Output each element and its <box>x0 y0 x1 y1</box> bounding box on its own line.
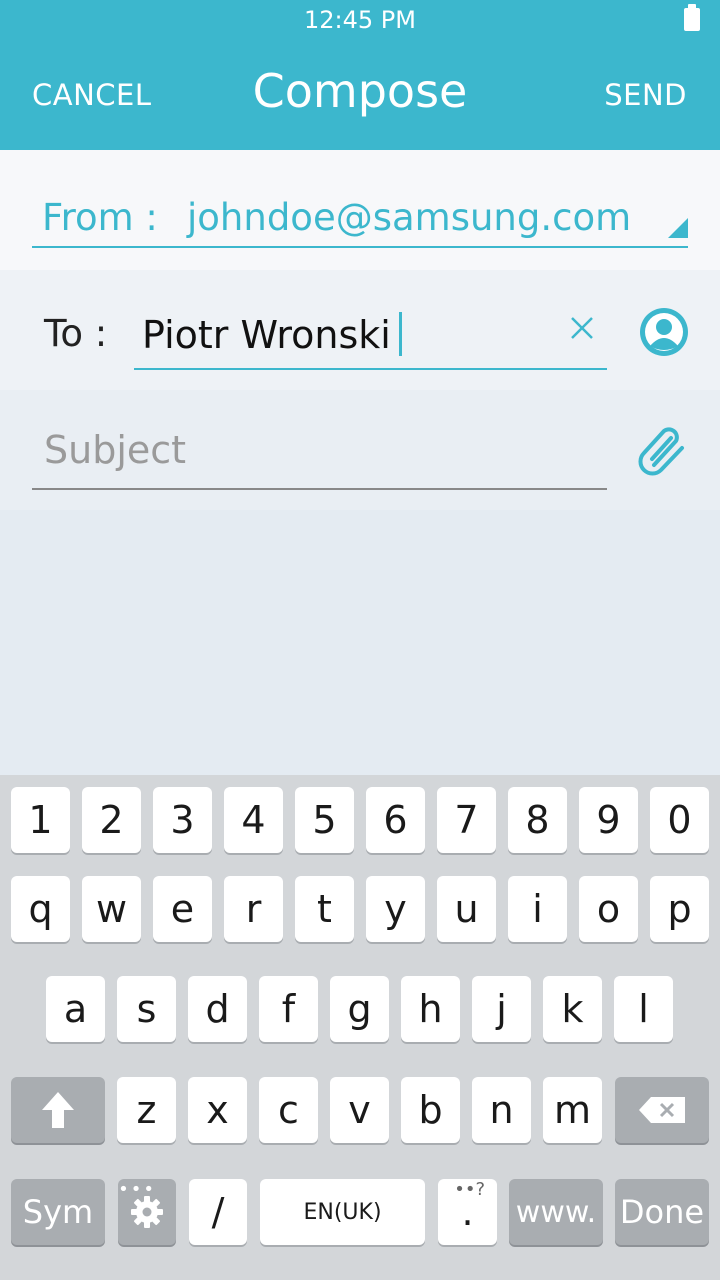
to-label: To : <box>44 312 108 355</box>
key[interactable]: 8 <box>508 787 567 853</box>
key[interactable]: w <box>82 876 141 942</box>
key[interactable]: 6 <box>366 787 425 853</box>
key[interactable]: e <box>153 876 212 942</box>
from-label: From : <box>42 196 158 239</box>
space-key[interactable]: EN(UK) <box>260 1179 425 1245</box>
key[interactable]: 1 <box>11 787 70 853</box>
from-value: johndoe@samsung.com <box>187 196 632 239</box>
keyboard: 1 2 3 4 5 6 7 8 9 0 q w e r t y u i o p … <box>0 775 720 1280</box>
dropdown-arrow-icon <box>668 218 688 238</box>
key[interactable]: n <box>472 1077 531 1143</box>
key[interactable]: 5 <box>295 787 354 853</box>
shift-icon <box>42 1092 74 1128</box>
key[interactable]: m <box>543 1077 602 1143</box>
key[interactable]: a <box>46 976 105 1042</box>
clear-icon[interactable] <box>566 312 598 344</box>
key[interactable]: u <box>437 876 496 942</box>
period-key-hint: ••? <box>454 1179 485 1200</box>
slash-key[interactable]: / <box>189 1179 247 1245</box>
key[interactable]: o <box>579 876 638 942</box>
text-cursor <box>398 312 402 356</box>
subject-input[interactable]: Subject <box>32 420 607 490</box>
key[interactable]: 0 <box>650 787 709 853</box>
from-dropdown[interactable]: From : johndoe@samsung.com <box>32 196 688 248</box>
www-key[interactable]: www. <box>509 1179 603 1245</box>
key[interactable]: z <box>117 1077 176 1143</box>
key[interactable]: y <box>366 876 425 942</box>
attachment-icon[interactable] <box>636 425 692 477</box>
sym-key[interactable]: Sym <box>11 1179 105 1245</box>
send-button[interactable]: SEND <box>604 78 687 112</box>
settings-dots: ••• <box>118 1179 156 1200</box>
key[interactable]: q <box>11 876 70 942</box>
contact-icon[interactable] <box>638 306 690 358</box>
key[interactable]: d <box>188 976 247 1042</box>
key[interactable]: 3 <box>153 787 212 853</box>
shift-key[interactable] <box>11 1077 105 1143</box>
backspace-key[interactable] <box>615 1077 709 1143</box>
key[interactable]: c <box>259 1077 318 1143</box>
to-row: To : Piotr Wronski <box>0 270 720 390</box>
key[interactable]: g <box>330 976 389 1042</box>
key[interactable]: i <box>508 876 567 942</box>
to-value-text: Piotr Wronski <box>142 313 391 357</box>
key[interactable]: b <box>401 1077 460 1143</box>
to-value: Piotr Wronski <box>142 312 402 357</box>
key[interactable]: t <box>295 876 354 942</box>
key[interactable]: r <box>224 876 283 942</box>
key[interactable]: x <box>188 1077 247 1143</box>
key[interactable]: 7 <box>437 787 496 853</box>
backspace-icon <box>639 1097 685 1123</box>
period-key[interactable]: ••? . <box>438 1179 497 1245</box>
key[interactable]: j <box>472 976 531 1042</box>
key[interactable]: 2 <box>82 787 141 853</box>
done-key[interactable]: Done <box>615 1179 709 1245</box>
key[interactable]: v <box>330 1077 389 1143</box>
key[interactable]: s <box>117 976 176 1042</box>
settings-key[interactable]: ••• <box>118 1179 176 1245</box>
key[interactable]: l <box>614 976 673 1042</box>
battery-icon <box>684 4 700 31</box>
app-header: 12:45 PM CANCEL Compose SEND <box>0 0 720 150</box>
key[interactable]: 4 <box>224 787 283 853</box>
key[interactable]: k <box>543 976 602 1042</box>
status-time: 12:45 PM <box>304 6 416 34</box>
subject-placeholder: Subject <box>44 428 187 472</box>
message-body[interactable] <box>0 510 720 775</box>
key[interactable]: h <box>401 976 460 1042</box>
to-input[interactable]: Piotr Wronski <box>134 300 607 370</box>
key[interactable]: 9 <box>579 787 638 853</box>
key[interactable]: f <box>259 976 318 1042</box>
key[interactable]: p <box>650 876 709 942</box>
